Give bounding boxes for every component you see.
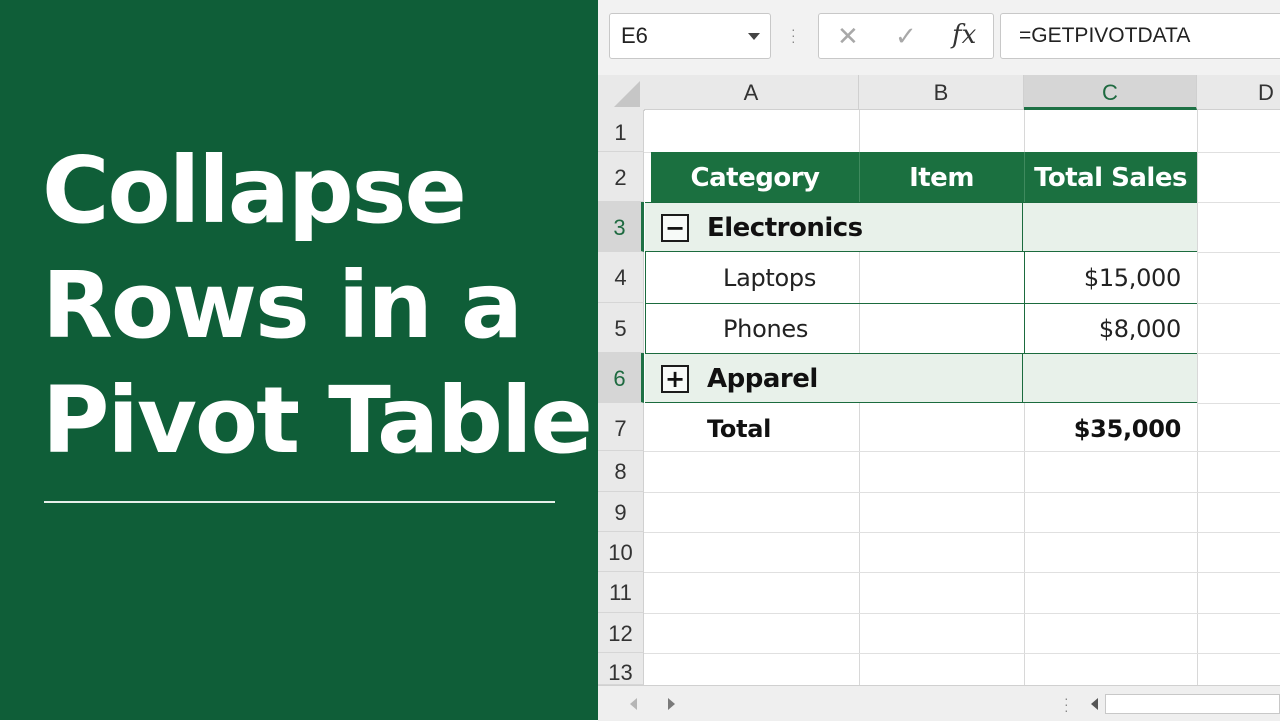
sheet-next-arrow-icon[interactable] [668,698,675,710]
pivot-total-label[interactable]: Total [707,415,771,443]
name-box-value: E6 [621,23,648,48]
row-header-7[interactable]: 7 [598,403,644,451]
title-panel: Collapse Rows in a Pivot Table [0,0,598,720]
chevron-down-icon[interactable] [748,33,760,40]
row-header-8[interactable]: 8 [598,451,644,492]
sheet-prev-arrow-icon[interactable] [630,698,637,710]
horizontal-scrollbar[interactable]: · · · [1064,691,1280,717]
pivot-group-label: Electronics [707,213,863,243]
gridline [644,613,1280,614]
row-header-13[interactable]: 13 [598,653,644,685]
title-divider [44,501,555,503]
row-header-1[interactable]: 1 [598,110,644,152]
row-header-3[interactable]: 3 [598,202,644,252]
gridline [644,572,1280,573]
collapse-minus-icon[interactable]: − [661,214,689,242]
scroll-left-arrow-icon[interactable] [1091,698,1098,710]
pivot-group-label: Apparel [707,364,818,394]
pivot-item-label[interactable]: Phones [723,315,808,343]
pivot-header-category[interactable]: Category [651,152,859,202]
formula-bar: E6 · · · ✕ ✓ fx =GETPIVOTDATA [598,0,1280,75]
select-all-triangle-icon [614,81,640,107]
vertical-dots-icon[interactable]: · · · [1064,691,1069,717]
group-cell-divider [1022,203,1023,251]
gridline [1197,353,1280,354]
vertical-dots-icon[interactable]: · · · [791,22,796,48]
row-header-6[interactable]: 6 [598,353,644,403]
pivot-header-total-sales[interactable]: Total Sales [1024,152,1197,202]
column-header-c[interactable]: C [1024,75,1197,110]
gridline [1197,202,1280,203]
name-box[interactable]: E6 [609,13,771,59]
gridline [644,653,1280,654]
pivot-group-row-apparel[interactable]: + Apparel [645,353,1197,403]
row-header-9[interactable]: 9 [598,492,644,532]
gridline [644,492,1280,493]
row-header-4[interactable]: 4 [598,252,644,303]
pivot-col-border [645,252,646,353]
pivot-col-border [1024,252,1025,353]
gridline [644,532,1280,533]
row-header-2[interactable]: 2 [598,152,644,202]
expand-plus-icon[interactable]: + [661,365,689,393]
cancel-icon[interactable]: ✕ [837,21,859,52]
pivot-row-border [645,303,1197,304]
pivot-item-label[interactable]: Laptops [723,264,816,292]
spreadsheet: E6 · · · ✕ ✓ fx =GETPIVOTDATA A B C D 1 2 … [598,0,1280,721]
sheet-navigation-bar: · · · [598,685,1280,721]
column-header-a[interactable]: A [644,75,859,110]
pivot-item-value[interactable]: $15,000 [1084,264,1181,292]
scrollbar-thumb[interactable] [1105,694,1280,714]
row-header-11[interactable]: 11 [598,572,644,613]
formula-input[interactable]: =GETPIVOTDATA [1000,13,1280,59]
column-header-b[interactable]: B [859,75,1024,110]
row-header-12[interactable]: 12 [598,613,644,653]
title-line-3: Pivot Table [42,367,593,474]
formula-text: =GETPIVOTDATA [1019,24,1191,47]
gridline [644,451,1280,452]
title-line-2: Rows in a [42,252,523,359]
row-header-5[interactable]: 5 [598,303,644,353]
cell-grid[interactable]: A B C D 1 2 3 4 5 6 7 8 9 10 11 12 13 Ca… [598,75,1280,685]
formula-buttons: ✕ ✓ fx [818,13,994,59]
pivot-group-row-electronics[interactable]: − Electronics [645,202,1197,252]
gridline [1197,303,1280,304]
pivot-item-value[interactable]: $8,000 [1099,315,1181,343]
gridline [1197,403,1280,404]
gridline [1197,252,1280,253]
page-title: Collapse Rows in a Pivot Table [42,133,593,478]
pivot-header-item[interactable]: Item [859,152,1024,202]
check-icon[interactable]: ✓ [895,21,917,52]
row-header-10[interactable]: 10 [598,532,644,572]
pivot-header-row: Category Item Total Sales [651,152,1197,202]
pivot-total-value[interactable]: $35,000 [1074,415,1182,443]
column-header-d[interactable]: D [1197,75,1280,110]
gridline [1197,110,1198,685]
select-all-corner[interactable] [598,75,645,111]
title-line-1: Collapse [42,137,467,244]
insert-function-icon[interactable]: fx [952,20,976,50]
group-cell-divider [1022,354,1023,402]
